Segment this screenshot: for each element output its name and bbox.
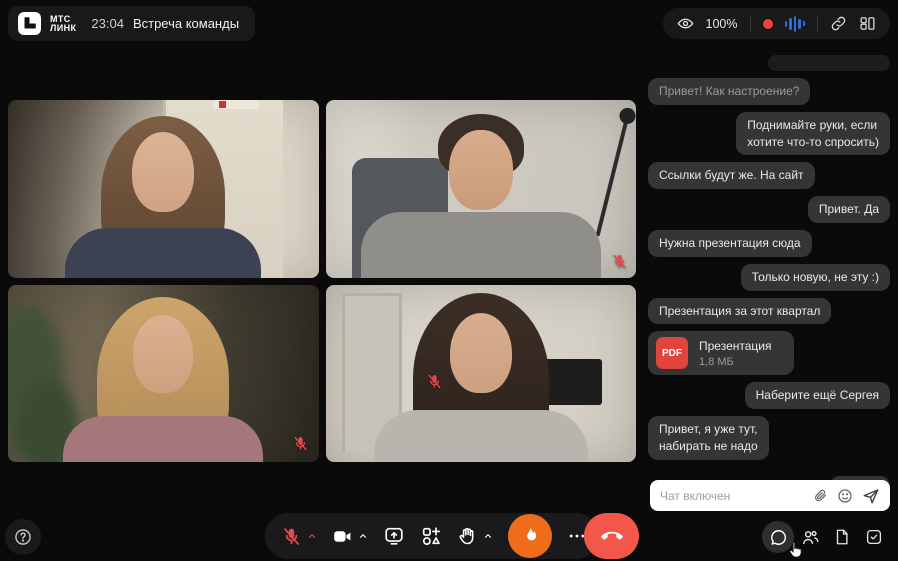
muted-mic-icon [292, 435, 309, 452]
divider [750, 16, 751, 32]
attach-file-icon[interactable] [813, 488, 828, 503]
hangup-phone-icon [600, 524, 624, 548]
chat-panel: Привет! Как настроение? Поднимайте руки,… [648, 55, 890, 503]
emoji-icon[interactable] [837, 488, 853, 504]
chat-message: Только новую, не эту :) [741, 264, 890, 291]
video-tile-4[interactable] [326, 285, 637, 463]
chat-message [768, 55, 890, 71]
audio-waveform-icon[interactable] [785, 16, 806, 32]
divider [817, 16, 818, 32]
pdf-file-icon: PDF [656, 337, 688, 369]
chat-input-bar [650, 480, 890, 511]
question-mark-icon [13, 527, 33, 547]
flame-icon [520, 526, 540, 546]
chat-file-attachment[interactable]: PDF Презентация 1,8 МБ [648, 331, 794, 375]
meeting-header: МТС ЛИНК 23:04 Встреча команды [8, 6, 255, 41]
logo-line-2: ЛИНК [50, 24, 76, 33]
file-name: Презентация [699, 339, 772, 353]
chat-message: Привет. Да [808, 196, 890, 223]
chat-message: Привет, я уже тут, набирать не надо [648, 416, 769, 460]
call-controls-toolbar [265, 513, 599, 559]
participant-1 [8, 100, 319, 278]
leave-call-button[interactable] [584, 513, 639, 559]
status-pill: 100% [663, 8, 890, 39]
layout-view-icon[interactable] [859, 15, 876, 32]
video-tile-1[interactable] [8, 100, 319, 278]
chat-message: Ссылки будут же. На сайт [648, 162, 815, 189]
participant-3 [8, 285, 319, 463]
camera-options-chevron-icon[interactable] [358, 531, 368, 541]
reactions-fire-button[interactable] [508, 514, 552, 558]
microphone-muted-button[interactable] [281, 526, 302, 547]
chat-message: Привет! Как настроение? [648, 78, 810, 105]
participant-2 [326, 100, 637, 278]
checklist-icon [865, 528, 883, 546]
chat-message: Наберите ещё Сергея [745, 382, 890, 409]
video-grid [8, 100, 636, 462]
help-button[interactable] [5, 519, 41, 555]
meeting-title: Встреча команды [133, 16, 239, 31]
document-icon [833, 528, 851, 546]
side-panel-dock [762, 521, 890, 553]
video-tile-2[interactable] [326, 100, 637, 278]
eye-icon [677, 15, 694, 32]
tasks-panel-button[interactable] [858, 521, 890, 553]
chat-message: Презентация за этот квартал [648, 298, 831, 325]
screen-share-button[interactable] [383, 525, 405, 547]
chat-bubble-icon [769, 528, 788, 547]
mts-link-logo-icon [18, 12, 41, 35]
send-message-icon[interactable] [862, 487, 880, 505]
record-indicator-icon[interactable] [763, 19, 773, 29]
file-size: 1,8 МБ [699, 356, 772, 368]
participant-4 [326, 285, 637, 463]
logo-wordmark: МТС ЛИНК [50, 15, 76, 33]
camera-button[interactable] [332, 526, 353, 547]
chat-message: Нужна презентация сюда [648, 230, 812, 257]
chat-message: Поднимайте руки, если хотите что-то спро… [736, 112, 890, 156]
view-percent: 100% [706, 17, 738, 31]
copy-link-icon[interactable] [830, 15, 847, 32]
muted-mic-icon [426, 373, 443, 390]
mic-options-chevron-icon[interactable] [307, 531, 317, 541]
raise-hand-button[interactable] [457, 526, 478, 547]
files-panel-button[interactable] [826, 521, 858, 553]
video-tile-3[interactable] [8, 285, 319, 463]
hand-options-chevron-icon[interactable] [483, 531, 493, 541]
muted-mic-icon [611, 253, 628, 270]
meeting-time: 23:04 [91, 16, 124, 31]
mouse-cursor-pointer [786, 540, 806, 560]
chat-input[interactable] [660, 489, 804, 503]
apps-button[interactable] [420, 525, 442, 547]
